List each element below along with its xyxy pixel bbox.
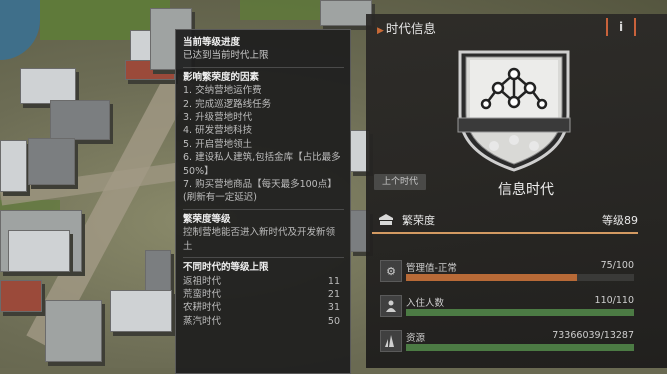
stat-value: 73366039/13287 xyxy=(552,330,634,341)
era-name: 信息时代 xyxy=(498,182,554,198)
divider xyxy=(183,66,344,68)
level-progress-desc: 已达到当前时代上限 xyxy=(183,50,269,62)
factor-item: 3. 升级营地时代 xyxy=(183,112,253,124)
stat-label: 资源 xyxy=(406,333,426,344)
stat-bar-fill xyxy=(406,344,634,351)
stat-bar-fill xyxy=(406,309,634,316)
building[interactable] xyxy=(45,300,102,362)
cap-value: 11 xyxy=(327,275,340,287)
era-info-panel: ▶ 时代信息 i 上个时代 信息时代 繁荣度 等级89 ⚙ 管理值-正常 75/… xyxy=(366,14,667,368)
level-progress-title: 当前等级进度 xyxy=(183,37,241,48)
factors-title: 影响繁荣度的因素 xyxy=(183,71,260,83)
cap-value: 21 xyxy=(327,288,340,300)
people-icon xyxy=(380,295,402,317)
prosperity-label: 繁荣度 xyxy=(402,214,435,227)
building[interactable] xyxy=(145,250,171,292)
prev-era-button[interactable]: 上个时代 xyxy=(374,174,427,190)
stat-label: 入住人数 xyxy=(406,298,445,309)
pros-level-desc: 控制营地能否进入新时代及开发新领土 xyxy=(183,227,336,252)
cap-era: 蒸汽时代 xyxy=(183,315,222,327)
info-button[interactable]: i xyxy=(606,18,636,36)
stat-value: 110/110 xyxy=(594,295,634,306)
prosperity-row: 繁荣度 等级89 xyxy=(372,210,638,234)
divider xyxy=(183,257,344,259)
factor-item: 1. 交纳营地运作费 xyxy=(183,85,262,97)
cap-era: 返祖时代 xyxy=(183,275,222,287)
water-area xyxy=(0,0,40,60)
stat-bar-track xyxy=(406,309,634,316)
prosperity-tooltip: 当前等级进度 已达到当前时代上限 影响繁荣度的因素 1. 交纳营地运作费 2. … xyxy=(175,29,351,374)
stat-bar-fill xyxy=(406,274,577,281)
building[interactable] xyxy=(320,0,372,26)
building[interactable] xyxy=(20,68,76,104)
cap-value: 50 xyxy=(327,315,340,327)
caps-title: 不同时代的等级上限 xyxy=(183,262,269,274)
panel-title-text: 时代信息 xyxy=(385,21,436,36)
resource-icon xyxy=(380,330,402,352)
building[interactable] xyxy=(0,280,42,312)
era-emblem-icon xyxy=(457,50,571,172)
cap-row: 返祖时代 11 xyxy=(183,275,344,288)
factor-item: 2. 完成巡逻路线任务 xyxy=(183,98,272,110)
cap-value: 31 xyxy=(327,302,340,314)
factor-item: 4. 研发营地科技 xyxy=(183,125,253,137)
prosperity-level: 等级89 xyxy=(602,214,638,227)
stat-residents: 入住人数 110/110 xyxy=(380,295,634,319)
cap-era: 荒蛮时代 xyxy=(183,288,222,300)
stat-management: ⚙ 管理值-正常 75/100 xyxy=(380,260,634,284)
factor-item: 7. 购买营地商品【每天最多100点】(刷新有一定延迟) xyxy=(183,179,337,204)
stat-label: 管理值-正常 xyxy=(406,263,457,274)
title-marker-icon: ▶ xyxy=(377,26,384,36)
pros-level-title: 繁荣度等级 xyxy=(183,213,231,225)
building[interactable] xyxy=(8,230,70,272)
cap-era: 农耕时代 xyxy=(183,302,222,314)
panel-title: ▶ 时代信息 xyxy=(377,18,436,37)
prosperity-icon xyxy=(379,214,393,225)
building[interactable] xyxy=(50,100,110,140)
divider xyxy=(183,208,344,210)
gear-icon: ⚙ xyxy=(380,260,402,282)
cap-row: 蒸汽时代 50 xyxy=(183,315,344,328)
cap-row: 荒蛮时代 21 xyxy=(183,288,344,301)
cap-row: 农耕时代 31 xyxy=(183,301,344,314)
building[interactable] xyxy=(0,140,27,192)
info-icon: i xyxy=(618,20,624,34)
factor-item: 5. 开启营地领土 xyxy=(183,138,253,150)
stat-resources: 资源 73366039/13287 xyxy=(380,330,634,354)
factor-item: 6. 建设私人建筑,包括金库【占比最多50%】 xyxy=(183,152,341,177)
stat-bar-track xyxy=(406,274,634,281)
stat-bar-track xyxy=(406,344,634,351)
stat-value: 75/100 xyxy=(600,260,634,271)
building[interactable] xyxy=(28,138,75,185)
building[interactable] xyxy=(110,290,172,332)
